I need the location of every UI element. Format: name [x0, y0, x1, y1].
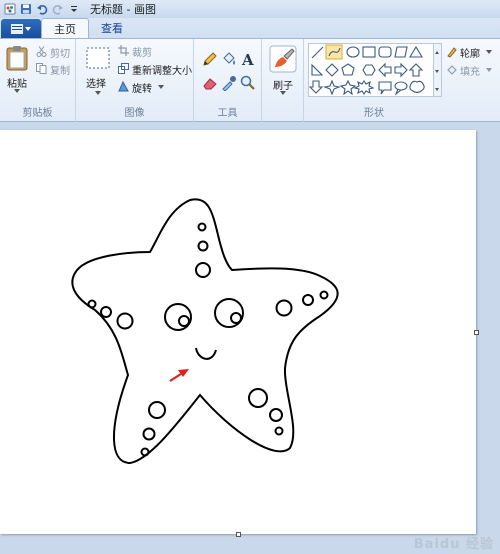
svg-text:A: A	[241, 51, 254, 67]
chevron-down-icon	[14, 89, 20, 93]
shapes-gallery-grid	[309, 44, 425, 96]
fill-shape-button[interactable]: 填充	[446, 63, 498, 78]
tab-view[interactable]: 查看	[89, 18, 135, 38]
clipboard-group: 粘贴 剪切 复制 剪贴板	[0, 39, 76, 122]
starfish-drawing	[71, 198, 339, 465]
rotate-icon	[118, 81, 129, 92]
brush-icon	[269, 45, 297, 73]
crop-icon	[118, 45, 129, 56]
resize-label: 重新调整大小	[132, 66, 192, 77]
paste-label: 粘贴	[7, 79, 27, 90]
outline-label: 轮廓	[460, 49, 480, 60]
cut-button[interactable]: 剪切	[36, 45, 76, 60]
tools-group-label: 工具	[217, 108, 238, 119]
chevron-down-icon	[486, 50, 492, 54]
file-menu-button[interactable]	[1, 19, 41, 38]
chevron-down-icon	[486, 68, 492, 72]
shapes-group: 轮廓 填充 形状	[304, 39, 500, 122]
fill-label: 填充	[460, 67, 480, 78]
window-title: 无标题 - 画图	[90, 3, 156, 16]
copy-label: 复制	[50, 66, 70, 77]
rotate-button[interactable]: 旋转	[118, 80, 188, 95]
clipboard-paste-icon	[6, 46, 28, 71]
chevron-down-icon	[158, 85, 164, 89]
brushes-label: 刷子	[273, 81, 293, 92]
pencil-icon[interactable]	[202, 51, 218, 67]
scissors-icon	[36, 46, 47, 57]
ribbon: 粘贴 剪切 复制 剪贴板 选择 裁剪 重新调整大小 旋转 图像 A 工具 刷子 …	[0, 38, 500, 122]
selection-rect-icon	[86, 47, 110, 69]
canvas-resize-handle-right[interactable]	[474, 330, 479, 335]
cut-label: 剪切	[50, 49, 70, 60]
eraser-icon[interactable]	[202, 75, 218, 91]
brushes-group: 刷子	[262, 39, 304, 122]
image-group: 选择 裁剪 重新调整大小 旋转 图像	[76, 39, 194, 122]
crop-label: 裁剪	[132, 48, 152, 59]
paste-button[interactable]: 粘贴	[4, 43, 30, 95]
crop-button[interactable]: 裁剪	[118, 44, 188, 59]
canvas-resize-handle-bottom[interactable]	[236, 532, 241, 537]
shapes-gallery[interactable]	[308, 43, 434, 97]
fill-bucket-icon	[447, 65, 457, 75]
customize-qat-icon[interactable]	[68, 3, 80, 15]
scroll-arrows-icon	[435, 51, 439, 91]
fill-icon[interactable]	[221, 51, 237, 67]
resize-button[interactable]: 重新调整大小	[118, 62, 194, 77]
rotate-label: 旋转	[132, 84, 152, 95]
workspace: Baidu 经验	[0, 122, 500, 554]
copy-button[interactable]: 复制	[36, 62, 76, 77]
outline-icon	[447, 47, 457, 58]
shapes-scroll[interactable]	[434, 43, 442, 97]
paint-app-icon	[4, 3, 16, 15]
chevron-down-icon	[25, 26, 31, 31]
image-group-label: 图像	[124, 108, 145, 119]
copy-icon	[36, 63, 47, 74]
file-menu-icon	[11, 23, 23, 34]
watermark: Baidu 经验	[413, 537, 494, 552]
chevron-down-icon	[280, 91, 286, 95]
select-button[interactable]: 选择	[84, 45, 112, 97]
magnifier-icon[interactable]	[240, 75, 256, 91]
brushes-button[interactable]: 刷子	[266, 43, 300, 99]
ribbon-tab-row: 主页 查看	[0, 18, 500, 38]
chevron-down-icon	[95, 91, 101, 95]
select-label: 选择	[86, 79, 106, 90]
undo-icon[interactable]	[36, 3, 48, 15]
title-bar: 无标题 - 画图	[0, 0, 500, 18]
drawing-canvas[interactable]	[0, 130, 479, 537]
save-icon[interactable]	[20, 3, 32, 15]
clipboard-group-label: 剪贴板	[22, 108, 53, 119]
tools-group: A 工具	[194, 39, 262, 122]
tab-home[interactable]: 主页	[41, 18, 89, 38]
outline-button[interactable]: 轮廓	[446, 45, 498, 60]
pointer-arrow-icon	[169, 369, 189, 382]
resize-icon	[118, 63, 129, 74]
text-icon[interactable]: A	[240, 51, 256, 67]
redo-icon[interactable]	[52, 3, 64, 15]
color-picker-icon[interactable]	[221, 75, 237, 91]
shapes-group-label: 形状	[364, 108, 384, 119]
